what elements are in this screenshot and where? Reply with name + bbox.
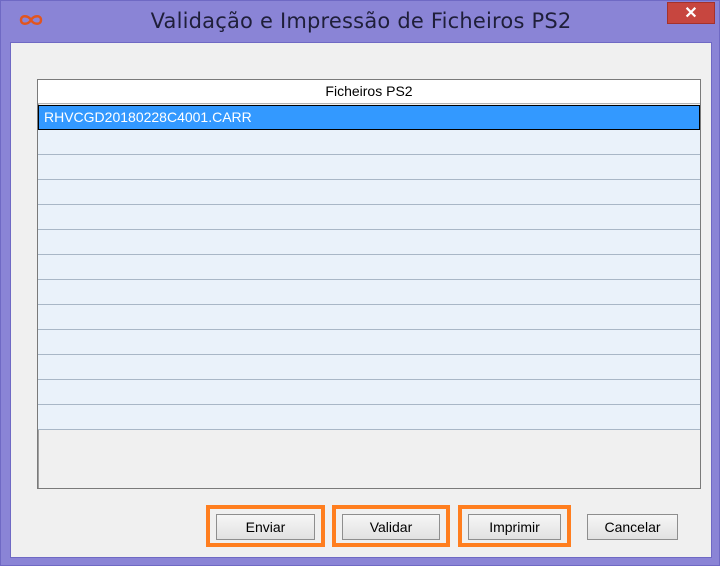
ps2-files-list[interactable]: Ficheiros PS2 RHVCGD20180228C4001.CARR bbox=[37, 79, 701, 489]
list-item[interactable] bbox=[38, 355, 700, 380]
list-item[interactable] bbox=[38, 205, 700, 230]
list-item[interactable] bbox=[38, 130, 700, 155]
close-button[interactable]: ✕ bbox=[667, 2, 715, 24]
list-column-header[interactable]: Ficheiros PS2 bbox=[38, 80, 700, 104]
dialog-content: Ficheiros PS2 RHVCGD20180228C4001.CARR E… bbox=[10, 42, 712, 558]
imprimir-button[interactable]: Imprimir bbox=[468, 514, 561, 540]
close-icon: ✕ bbox=[684, 5, 698, 22]
cancelar-button[interactable]: Cancelar bbox=[587, 514, 678, 540]
list-item[interactable] bbox=[38, 305, 700, 330]
list-item[interactable] bbox=[38, 180, 700, 205]
list-item[interactable] bbox=[38, 155, 700, 180]
window-title: Validação e Impressão de Ficheiros PS2 bbox=[150, 9, 572, 33]
list-item[interactable] bbox=[38, 280, 700, 305]
list-item[interactable] bbox=[38, 230, 700, 255]
list-item-selected[interactable]: RHVCGD20180228C4001.CARR bbox=[38, 105, 700, 130]
list-item[interactable] bbox=[38, 330, 700, 355]
list-item[interactable] bbox=[38, 380, 700, 405]
list-rows: RHVCGD20180228C4001.CARR bbox=[38, 105, 700, 430]
title-bar[interactable]: Validação e Impressão de Ficheiros PS2 ✕ bbox=[1, 1, 720, 41]
validar-button[interactable]: Validar bbox=[342, 514, 440, 540]
list-item[interactable] bbox=[38, 405, 700, 430]
enviar-button[interactable]: Enviar bbox=[216, 514, 315, 540]
list-item[interactable] bbox=[38, 255, 700, 280]
dialog-window: Validação e Impressão de Ficheiros PS2 ✕… bbox=[0, 0, 720, 566]
